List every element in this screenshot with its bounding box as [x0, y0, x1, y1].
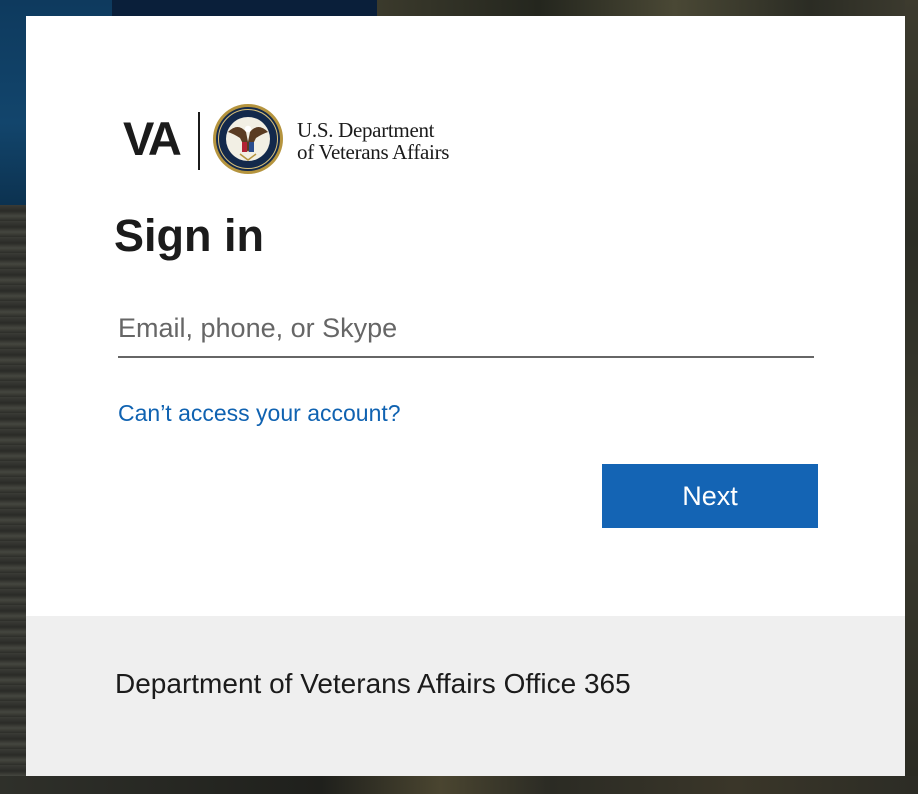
background-left-edge: [0, 205, 26, 794]
next-button[interactable]: Next: [602, 464, 818, 528]
department-name-line1: U.S. Department: [297, 118, 435, 142]
department-name: U.S. Department of Veterans Affairs: [297, 119, 449, 163]
background-bottom-edge: [0, 776, 918, 794]
va-seal-icon: [213, 104, 283, 174]
cant-access-account-link[interactable]: Can’t access your account?: [118, 396, 401, 430]
logo-divider: [198, 112, 200, 170]
background-navy-strip: [112, 0, 377, 16]
background-photo-strip: [377, 0, 918, 16]
va-logo: VA U.S. Department of Veterans Affairs: [123, 102, 483, 178]
signin-card: VA U.S. Department of Veterans Affairs S…: [26, 16, 905, 776]
department-name-line2: of Veterans Affairs: [297, 140, 450, 164]
background-right-edge: [905, 0, 918, 794]
page-title: Sign in: [114, 210, 264, 261]
footer: Department of Veterans Affairs Office 36…: [26, 616, 905, 776]
footer-text: Department of Veterans Affairs Office 36…: [115, 668, 631, 699]
va-logo-mark: VA: [123, 112, 182, 165]
email-field[interactable]: [118, 300, 814, 358]
